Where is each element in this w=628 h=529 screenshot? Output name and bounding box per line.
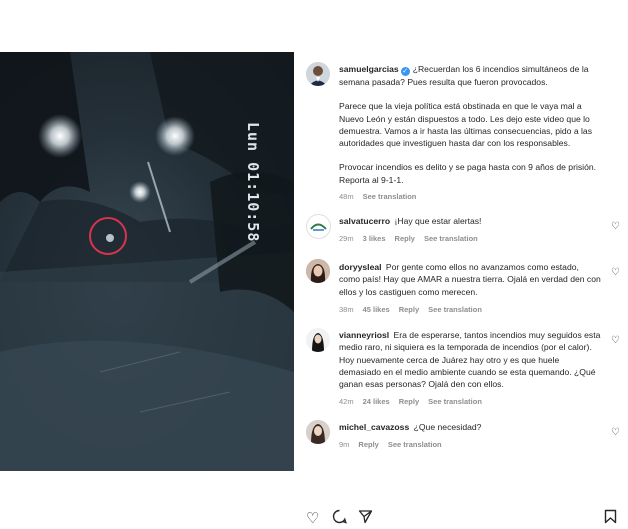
avatar[interactable] [306, 420, 330, 444]
reply-button[interactable]: Reply [399, 397, 419, 406]
video-player[interactable]: Lun 01:10:58 [0, 52, 294, 471]
video-frame [0, 52, 294, 471]
comment-username[interactable]: doryysleal [339, 262, 382, 272]
see-translation-link[interactable]: See translation [363, 192, 417, 201]
heart-icon[interactable]: ♡ [611, 335, 620, 346]
action-bar: ♡ [294, 509, 628, 529]
comment-username[interactable]: vianneyriosl [339, 330, 389, 340]
caption-username[interactable]: samuelgarcias [339, 64, 399, 74]
avatar[interactable] [306, 259, 330, 283]
heart-icon[interactable]: ♡ [611, 427, 620, 438]
see-translation-link[interactable]: See translation [424, 234, 478, 243]
heart-icon[interactable]: ♡ [611, 267, 620, 278]
caption-paragraph: Provocar incendios es delito y se paga h… [339, 162, 597, 185]
comment-text: ¿Que necesidad? [413, 422, 482, 432]
comment-text: ¡Hay que estar alertas! [394, 216, 482, 226]
comment-icon[interactable] [332, 509, 347, 528]
comment-likes[interactable]: 3 likes [363, 234, 386, 243]
comment-likes[interactable]: 24 likes [363, 397, 390, 406]
comment-username[interactable]: michel_cavazoss [339, 422, 409, 432]
comments-panel: samuelgarcias ✓ ¿Recuerdan los 6 incendios… [294, 52, 628, 527]
share-icon[interactable] [358, 509, 373, 528]
comment-time: 42m [339, 397, 354, 407]
see-translation-link[interactable]: See translation [388, 440, 442, 449]
comment-time: 9m [339, 440, 350, 450]
caption-paragraph: Parece que la vieja política está obstin… [339, 101, 593, 149]
see-translation-link[interactable]: See translation [428, 397, 482, 406]
comment-time: 29m [339, 234, 354, 244]
reply-button[interactable]: Reply [399, 305, 419, 314]
bookmark-icon[interactable] [604, 509, 617, 528]
comment-likes[interactable]: 45 likes [363, 305, 390, 314]
heart-icon[interactable]: ♡ [611, 221, 620, 232]
video-timestamp: Lun 01:10:58 [244, 122, 262, 243]
see-translation-link[interactable]: See translation [428, 305, 482, 314]
avatar[interactable] [306, 328, 330, 352]
verified-icon: ✓ [400, 67, 410, 76]
comment-time: 38m [339, 304, 354, 314]
comment-username[interactable]: salvatucerro [339, 216, 390, 226]
reply-button[interactable]: Reply [395, 234, 415, 243]
caption-time: 48m [339, 192, 354, 202]
avatar[interactable] [306, 214, 331, 239]
reply-button[interactable]: Reply [358, 440, 378, 449]
heart-icon[interactable]: ♡ [306, 509, 319, 527]
avatar[interactable] [306, 62, 330, 86]
